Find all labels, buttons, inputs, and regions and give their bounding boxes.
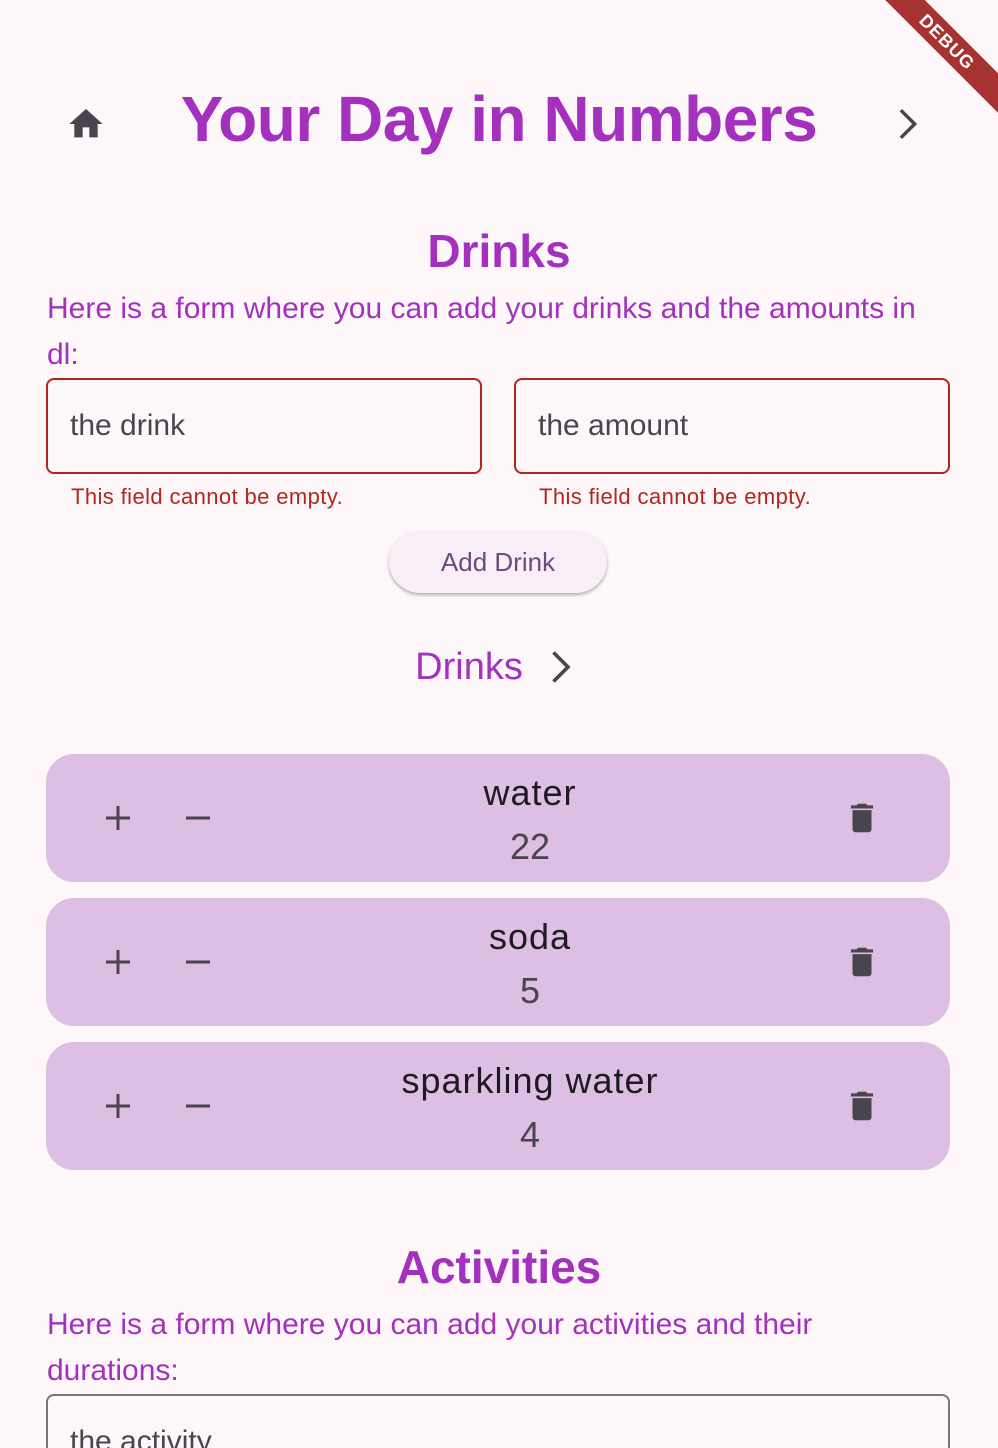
amount-input[interactable] <box>516 380 948 472</box>
chevron-right-icon <box>552 651 571 683</box>
chevron-right-icon <box>899 108 918 140</box>
minus-icon <box>186 1104 210 1108</box>
activity-input[interactable] <box>48 1396 948 1448</box>
plus-icon <box>106 806 130 830</box>
decrement-button[interactable] <box>170 1078 226 1134</box>
add-drink-button[interactable]: Add Drink <box>389 531 607 593</box>
drink-field[interactable] <box>46 378 482 474</box>
amount-field-error: This field cannot be empty. <box>539 484 812 509</box>
app-bar: Your Day in Numbers <box>0 64 998 184</box>
drink-card: water 22 <box>46 754 950 882</box>
minus-icon <box>186 960 210 964</box>
increment-button[interactable] <box>90 934 146 990</box>
drink-amount: 4 <box>519 1114 541 1155</box>
home-icon <box>69 109 103 138</box>
delete-button[interactable] <box>834 790 890 846</box>
drinks-list-link[interactable]: Drinks <box>0 640 998 694</box>
trash-icon <box>850 803 874 833</box>
drink-name: sparkling water <box>401 1060 659 1101</box>
drink-name: soda <box>488 916 572 957</box>
drink-amount: 5 <box>519 970 541 1011</box>
decrement-button[interactable] <box>170 934 226 990</box>
page: DEBUG Your Day in Numbers Drinks Here is… <box>0 0 998 1448</box>
home-button[interactable] <box>56 94 116 154</box>
delete-button[interactable] <box>834 1078 890 1134</box>
activities-section-title: Activities <box>396 1241 602 1293</box>
trash-icon <box>850 1091 874 1121</box>
drinks-list-link-label: Drinks <box>415 645 523 688</box>
drink-field-error: This field cannot be empty. <box>71 484 344 509</box>
increment-button[interactable] <box>90 1078 146 1134</box>
minus-icon <box>186 816 210 820</box>
drink-card: soda 5 <box>46 898 950 1026</box>
plus-icon <box>106 950 130 974</box>
drink-name: water <box>483 772 577 813</box>
plus-icon <box>106 1094 130 1118</box>
trash-icon <box>850 947 874 977</box>
drink-card: sparkling water 4 <box>46 1042 950 1170</box>
page-title: Your Day in Numbers <box>180 83 818 155</box>
drinks-section-title: Drinks <box>427 225 571 277</box>
drinks-section-description: Here is a form where you can add your dr… <box>47 292 916 371</box>
increment-button[interactable] <box>90 790 146 846</box>
delete-button[interactable] <box>834 934 890 990</box>
drink-amount: 22 <box>509 826 551 867</box>
decrement-button[interactable] <box>170 790 226 846</box>
activities-section-description: Here is a form where you can add your ac… <box>47 1308 813 1387</box>
drink-input[interactable] <box>48 380 480 472</box>
next-page-button[interactable] <box>878 94 938 154</box>
amount-field[interactable] <box>514 378 950 474</box>
activity-field[interactable] <box>46 1394 950 1448</box>
